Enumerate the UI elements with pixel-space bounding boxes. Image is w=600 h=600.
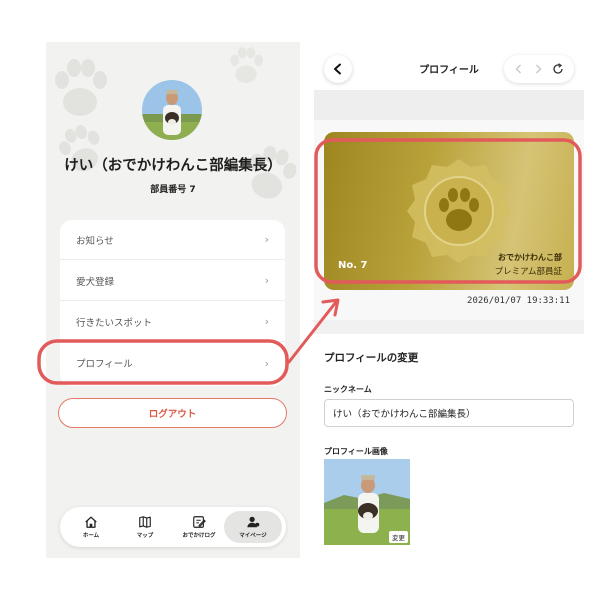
paw-print-decoration <box>230 47 263 83</box>
card-grade: プレミアム部員証 <box>494 267 562 277</box>
bottom-navigation: ホーム マップ おでかけログ マイページ <box>60 507 286 547</box>
chevron-left-icon <box>334 63 341 75</box>
app-header: プロフィール <box>314 42 584 92</box>
card-number: No. 7 <box>338 260 368 271</box>
header-spacer <box>314 90 584 120</box>
user-icon <box>247 516 260 528</box>
composite-screenshot: けい（おでかけわんこ部編集長） 部員番号 7 お知らせ › 愛犬登録 › 行きた… <box>0 0 600 600</box>
section-title: プロフィールの変更 <box>324 352 419 364</box>
member-number: 部員番号 7 <box>150 185 196 195</box>
change-image-badge[interactable]: 変更 <box>389 531 408 543</box>
card-club-name: おでかけわんこ部 <box>498 253 562 262</box>
logout-button[interactable]: ログアウト <box>58 398 287 428</box>
nickname-label: ニックネーム <box>324 385 372 394</box>
premium-member-card: No. 7 おでかけわんこ部 プレミアム部員証 <box>324 132 574 290</box>
chevron-right-icon[interactable] <box>533 64 543 74</box>
reload-icon[interactable] <box>552 63 564 75</box>
nav-outing-log[interactable]: おでかけログ <box>176 511 222 543</box>
chevron-right-icon: › <box>264 274 269 287</box>
mypage-screen: けい（おでかけわんこ部編集長） 部員番号 7 お知らせ › 愛犬登録 › 行きた… <box>46 42 300 558</box>
menu-item-label: 行きたいスポット <box>76 317 153 329</box>
membership-card-area: No. 7 おでかけわんこ部 プレミアム部員証 2026/01/07 19:33… <box>314 120 584 320</box>
menu-item-label: お知らせ <box>76 235 114 247</box>
map-icon <box>139 516 151 528</box>
nickname-field[interactable] <box>324 399 574 427</box>
menu-item-profile[interactable]: プロフィール › <box>60 343 285 383</box>
nav-home[interactable]: ホーム <box>68 511 114 543</box>
nav-map[interactable]: マップ <box>122 511 168 543</box>
profile-image[interactable]: 変更 <box>324 459 410 545</box>
nav-mypage[interactable]: マイページ <box>224 511 282 543</box>
browser-nav-controls <box>504 55 574 83</box>
chevron-right-icon: › <box>264 356 269 370</box>
menu-item-label: プロフィール <box>76 359 133 370</box>
nav-label: おでかけログ <box>182 533 216 539</box>
section-divider <box>314 320 584 334</box>
home-icon <box>85 516 97 528</box>
user-name: けい（おでかけわんこ部編集長） <box>64 158 282 174</box>
profile-image-label: プロフィール画像 <box>324 447 388 456</box>
avatar[interactable] <box>142 80 202 140</box>
back-button[interactable] <box>324 55 352 83</box>
page-title: プロフィール <box>419 65 479 76</box>
chevron-right-icon: › <box>264 315 269 328</box>
chevron-right-icon: › <box>264 233 269 246</box>
menu-item-wishlist-spots[interactable]: 行きたいスポット › <box>60 302 285 342</box>
profile-screen: プロフィール No. 7 おでかけわんこ部 プレミアム部員証 2026/01/0… <box>314 42 584 558</box>
menu-item-label: 愛犬登録 <box>76 276 115 288</box>
menu-item-notifications[interactable]: お知らせ › <box>60 220 285 260</box>
mypage-menu: お知らせ › 愛犬登録 › 行きたいスポット › プロフィール › <box>60 220 285 386</box>
edit-log-icon <box>193 516 206 528</box>
nav-label: ホーム <box>82 533 100 539</box>
card-timestamp: 2026/01/07 19:33:11 <box>467 296 570 306</box>
menu-item-dog-registration[interactable]: 愛犬登録 › <box>60 261 285 301</box>
nav-label: マップ <box>136 533 154 539</box>
nav-label: マイページ <box>239 533 267 539</box>
chevron-left-icon[interactable] <box>514 64 524 74</box>
paw-print-decoration <box>55 59 107 116</box>
